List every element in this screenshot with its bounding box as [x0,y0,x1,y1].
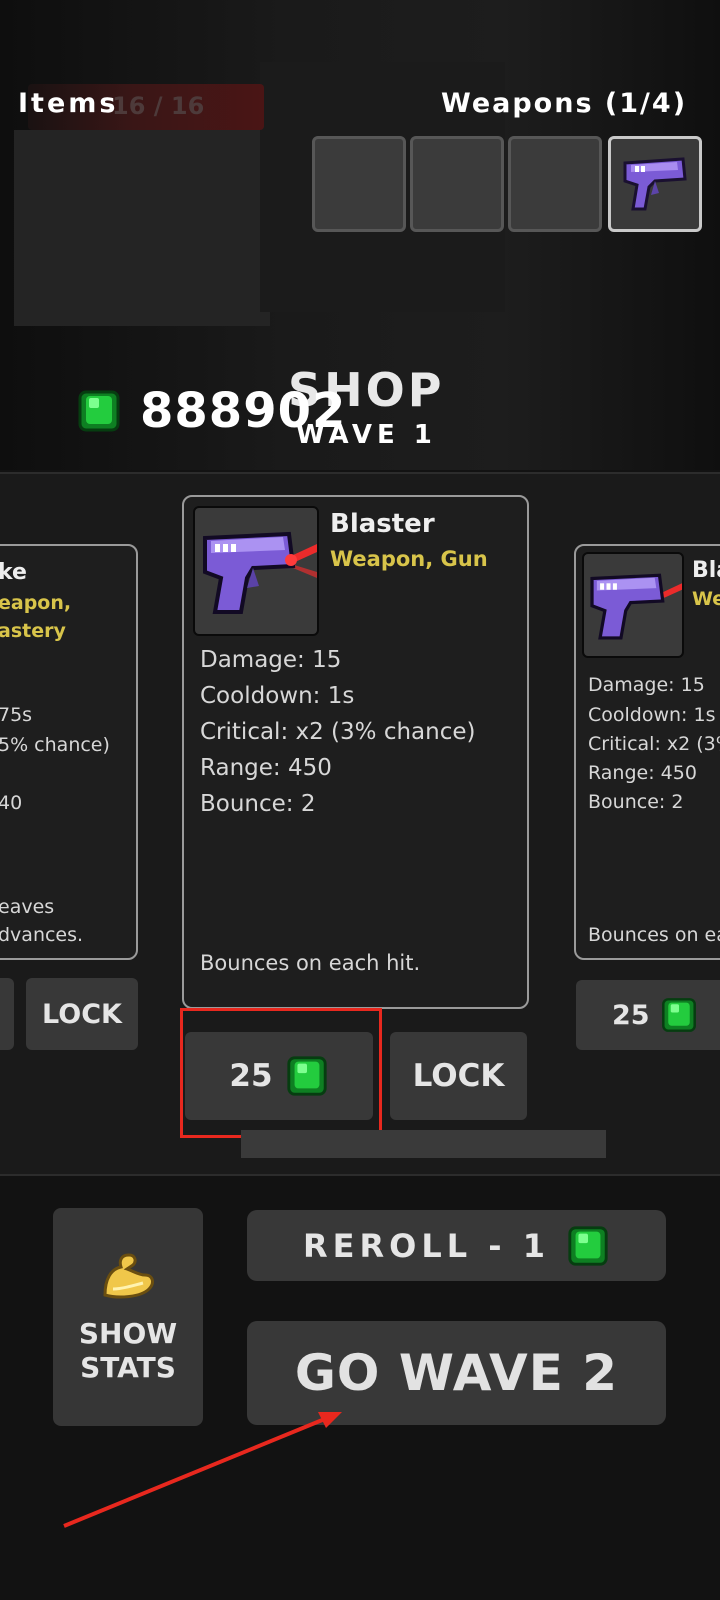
weapon-slot-blaster[interactable] [608,136,702,232]
blaster-gun-icon [623,157,687,211]
card-thumbnail [193,506,319,636]
card-description: Bounces on each hit. [200,951,421,975]
card-thumbnail [582,552,684,658]
annotation-arrow-icon [63,1412,342,1528]
card-stat-range: Range: 450 [200,755,332,781]
card-stat-bounce: Bounce: 2 [588,791,684,813]
flexed-arm-icon [99,1249,157,1301]
items-count: 16 / 16 [112,92,205,120]
card-type: We [692,588,720,610]
card-stat: 75s [0,704,33,726]
show-stats-label: SHOW [78,1317,178,1350]
scrollbar[interactable] [241,1130,606,1158]
card-stat-cooldown: Cooldown: 1s [588,704,716,726]
right-card-buy-button[interactable]: 25 [576,980,720,1050]
weapon-slot-empty[interactable] [508,136,602,232]
card-description: dvances. [0,924,84,946]
green-gem-icon [76,388,122,438]
card-name: Bla [692,558,720,583]
card-description: Bounces on eac [588,924,720,946]
blaster-gun-icon [590,573,682,640]
background-panel [14,130,270,326]
card-name: ke [0,560,27,585]
wave-label: WAVE 1 [296,420,437,450]
weapon-slot-empty[interactable] [312,136,406,232]
card-type: Weapon, Gun [330,547,488,571]
card-stat: 40 [0,792,23,814]
reroll-button[interactable]: REROLL - 1 [247,1210,666,1281]
shop-card-blaster[interactable]: Blaster Weapon, Gun Damage: 15 Cooldown:… [182,495,529,1009]
weapons-title: Weapons (1/4) [441,88,688,119]
left-card-price-button[interactable] [0,978,14,1050]
card-stat-damage: Damage: 15 [588,674,705,696]
card-stat-bounce: Bounce: 2 [200,791,316,817]
shop-card-right[interactable]: Bla We Damage: 15 Cooldown: 1s Critical:… [574,544,720,960]
card-stat-range: Range: 450 [588,762,697,784]
card-stat-critical: Critical: x2 (3% [588,733,720,755]
price-label: 25 [612,999,650,1031]
card-stat-damage: Damage: 15 [200,647,342,673]
reroll-label: REROLL - 1 [303,1226,550,1265]
card-stat: 5% chance) [0,734,110,756]
card-stat-critical: Critical: x2 (3% chance) [200,719,476,745]
lock-button[interactable]: LOCK [390,1032,527,1120]
blaster-gun-icon [203,531,317,614]
card-name: Blaster [330,509,435,539]
card-type: astery [0,620,66,642]
annotation-highlight-box [180,1008,382,1138]
weapon-slot-empty[interactable] [410,136,504,232]
card-stat-cooldown: Cooldown: 1s [200,683,355,709]
left-card-lock-button[interactable]: LOCK [26,978,138,1050]
green-gem-icon [566,1224,610,1268]
card-type: eapon, [0,592,72,614]
card-description: eaves [0,896,55,918]
items-title: Items [18,88,119,119]
green-gem-icon [660,996,698,1034]
shop-card-left[interactable]: ke eapon, astery 75s 5% chance) 40 eaves… [0,544,138,960]
